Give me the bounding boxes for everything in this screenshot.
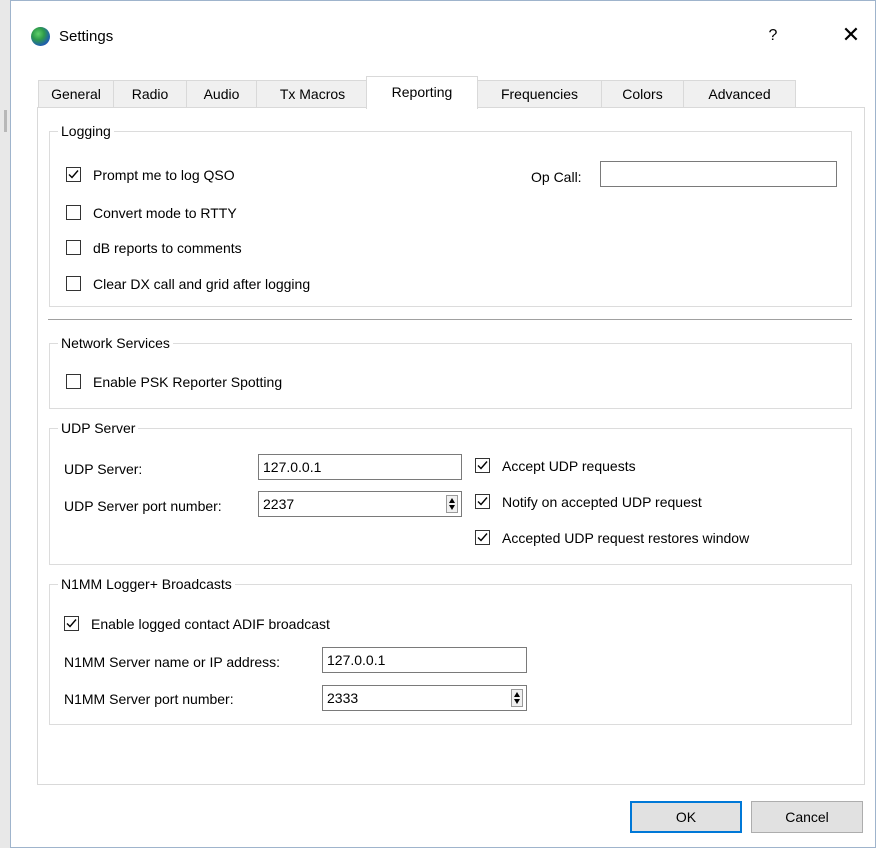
spin-arrows-icon[interactable]: [511, 689, 523, 707]
checkmark-icon: [477, 461, 488, 470]
tab-audio[interactable]: Audio: [186, 80, 257, 107]
ok-button[interactable]: OK: [630, 801, 742, 833]
tab-colors[interactable]: Colors: [601, 80, 684, 107]
udp-port-stepper[interactable]: 2237: [258, 491, 462, 517]
n1mm-port-label: N1MM Server port number:: [64, 691, 234, 707]
checkmark-icon: [68, 170, 79, 179]
checkbox-box: [64, 616, 79, 631]
checkbox-box: [475, 494, 490, 509]
udp-server-group-title: UDP Server: [58, 419, 139, 437]
n1mm-group-title: N1MM Logger+ Broadcasts: [58, 575, 235, 593]
tab-frequencies[interactable]: Frequencies: [477, 80, 602, 107]
psk-reporter-checkbox[interactable]: Enable PSK Reporter Spotting: [66, 372, 282, 392]
tab-advanced[interactable]: Advanced: [683, 80, 796, 107]
db-reports-comments-checkbox[interactable]: dB reports to comments: [66, 238, 242, 258]
tab-radio[interactable]: Radio: [113, 80, 187, 107]
cancel-button[interactable]: Cancel: [751, 801, 863, 833]
logging-group-title: Logging: [58, 122, 114, 140]
op-call-input[interactable]: [600, 161, 837, 187]
accept-udp-requests-label: Accept UDP requests: [502, 458, 636, 474]
n1mm-server-input[interactable]: 127.0.0.1: [322, 647, 527, 673]
udp-restores-window-label: Accepted UDP request restores window: [502, 530, 750, 546]
enable-adif-broadcast-label: Enable logged contact ADIF broadcast: [91, 616, 330, 632]
checkmark-icon: [477, 497, 488, 506]
window-title: Settings: [59, 28, 114, 45]
tab-general[interactable]: General: [38, 80, 114, 107]
n1mm-port-stepper[interactable]: 2333: [322, 685, 527, 711]
logging-group: Logging Prompt me to log QSO Convert mod…: [49, 122, 852, 307]
convert-mode-rtty-label: Convert mode to RTTY: [93, 205, 237, 221]
section-separator: [48, 319, 852, 321]
checkbox-box: [66, 205, 81, 220]
checkbox-box: [66, 374, 81, 389]
clear-dx-call-label: Clear DX call and grid after logging: [93, 276, 311, 292]
settings-dialog: Settings ? ✕ General Radio Audio Tx Macr…: [10, 0, 876, 848]
spin-down-icon[interactable]: [449, 505, 455, 510]
checkbox-box: [66, 240, 81, 255]
prompt-log-qso-checkbox[interactable]: Prompt me to log QSO: [66, 165, 235, 185]
db-reports-comments-label: dB reports to comments: [93, 240, 242, 256]
udp-server-group: UDP Server UDP Server: 127.0.0.1 UDP Ser…: [49, 419, 852, 565]
udp-port-label: UDP Server port number:: [64, 498, 222, 514]
n1mm-port-value: 2333: [327, 690, 359, 706]
n1mm-group: N1MM Logger+ Broadcasts Enable logged co…: [49, 575, 852, 725]
convert-mode-rtty-checkbox[interactable]: Convert mode to RTTY: [66, 203, 237, 223]
spin-down-icon[interactable]: [514, 699, 520, 704]
checkmark-icon: [477, 533, 488, 542]
checkmark-icon: [66, 619, 77, 628]
help-button[interactable]: ?: [755, 19, 791, 53]
op-call-label: Op Call:: [531, 169, 582, 185]
n1mm-server-label: N1MM Server name or IP address:: [64, 654, 281, 670]
psk-reporter-label: Enable PSK Reporter Spotting: [93, 374, 283, 390]
title-bar[interactable]: Settings ? ✕: [11, 1, 875, 63]
udp-server-label: UDP Server:: [64, 461, 143, 477]
clear-dx-call-checkbox[interactable]: Clear DX call and grid after logging: [66, 274, 310, 294]
tab-tx-macros[interactable]: Tx Macros: [256, 80, 369, 107]
udp-restores-window-checkbox[interactable]: Accepted UDP request restores window: [475, 528, 749, 548]
checkbox-box: [475, 530, 490, 545]
checkbox-box: [66, 276, 81, 291]
spin-up-icon[interactable]: [514, 692, 520, 697]
checkbox-box: [66, 167, 81, 182]
checkbox-box: [475, 458, 490, 473]
network-services-group-title: Network Services: [58, 334, 173, 352]
accept-udp-requests-checkbox[interactable]: Accept UDP requests: [475, 456, 636, 476]
tab-reporting[interactable]: Reporting: [366, 76, 478, 109]
background-window-edge: [0, 0, 10, 848]
notify-accepted-udp-label: Notify on accepted UDP request: [502, 494, 702, 510]
background-scroll-mark: [4, 110, 7, 132]
network-services-group: Network Services Enable PSK Reporter Spo…: [49, 334, 852, 409]
globe-icon: [31, 27, 50, 46]
prompt-log-qso-label: Prompt me to log QSO: [93, 167, 235, 183]
spin-up-icon[interactable]: [449, 498, 455, 503]
close-button[interactable]: ✕: [833, 19, 869, 53]
spin-arrows-icon[interactable]: [446, 495, 458, 513]
reporting-page: Logging Prompt me to log QSO Convert mod…: [37, 107, 865, 785]
udp-server-input[interactable]: 127.0.0.1: [258, 454, 462, 480]
enable-adif-broadcast-checkbox[interactable]: Enable logged contact ADIF broadcast: [64, 614, 330, 634]
udp-port-value: 2237: [263, 496, 295, 512]
notify-accepted-udp-checkbox[interactable]: Notify on accepted UDP request: [475, 492, 702, 512]
